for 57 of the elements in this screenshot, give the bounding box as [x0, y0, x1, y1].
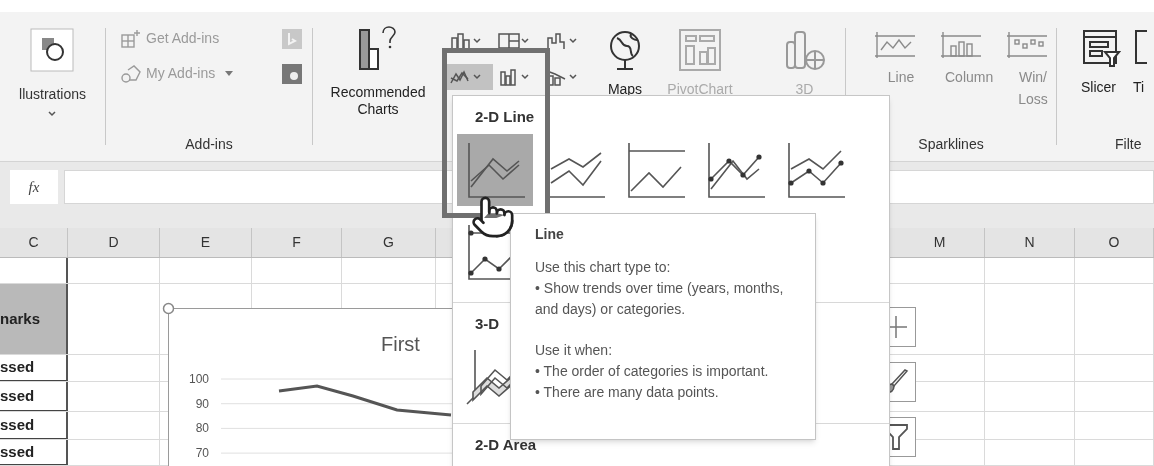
- chevron-down-icon: [473, 74, 481, 80]
- illustrations-button[interactable]: llustrations: [19, 28, 86, 117]
- group-label: Sparklines: [918, 135, 984, 154]
- caret-icon: [225, 70, 234, 77]
- shapes-icon: [30, 28, 75, 72]
- chevron-down-icon: [521, 38, 529, 44]
- section-title: 3-D: [475, 314, 501, 333]
- y-axis-label: 70: [195, 446, 209, 461]
- y-axis-label: 90: [195, 396, 209, 411]
- column-header[interactable]: M: [895, 228, 985, 257]
- tooltip-text: • The order of categories is important.: [535, 362, 770, 381]
- sparkline-line-icon: [873, 30, 917, 60]
- column-chart-icon: [449, 32, 473, 50]
- column-header[interactable]: D: [68, 228, 160, 257]
- table-cell: ssed: [0, 355, 68, 381]
- chevron-down-icon: [569, 74, 577, 80]
- group-label: Add-ins: [185, 135, 233, 154]
- chart-type-button[interactable]: [447, 64, 493, 90]
- filter-button[interactable]: Slicer: [1081, 28, 1121, 94]
- tooltip-text: Use it when:: [535, 341, 614, 360]
- sparkline-column-icon: [939, 30, 983, 60]
- tooltip-title: Line: [535, 225, 565, 244]
- chevron-down-icon: [569, 38, 577, 44]
- y-axis-label: 100: [188, 372, 209, 386]
- filter-button[interactable]: Ti: [1133, 28, 1147, 94]
- shapes-outline-icon: [120, 63, 142, 84]
- tooltip-text: Use this chart type to:: [535, 258, 672, 277]
- recommended-charts-button[interactable]: Recommended Charts: [318, 26, 438, 118]
- table-cell: ssed: [0, 412, 68, 439]
- chevron-down-icon: [48, 111, 57, 117]
- section-title: 2-D Line: [475, 107, 536, 126]
- column-header[interactable]: G: [342, 228, 436, 257]
- column-question-icon: [359, 26, 397, 70]
- resize-handle-icon[interactable]: [162, 302, 175, 315]
- maps-button[interactable]: Maps: [595, 28, 655, 161]
- header-cell: narks: [0, 284, 68, 354]
- function-label[interactable]: fx: [10, 170, 58, 204]
- tooltip-text: • There are many data points.: [535, 383, 720, 402]
- group-label: Filte: [1115, 135, 1143, 154]
- grid-plus-icon: [120, 28, 142, 49]
- pivot-chart-icon: [678, 28, 722, 72]
- column-header[interactable]: F: [252, 228, 342, 257]
- column-header[interactable]: C: [0, 228, 68, 257]
- chevron-down-icon: [473, 38, 481, 44]
- section-title: 2-D Area: [475, 435, 538, 454]
- chart-title: First: [381, 332, 420, 357]
- slicer-icon: [1081, 28, 1121, 68]
- table-cell: ssed: [0, 382, 68, 411]
- sparkline-winloss-icon: [1005, 30, 1049, 60]
- tooltip-text: • Show trends over time (years, months, and days) or categories.: [535, 279, 785, 319]
- table-cell: ssed: [0, 440, 68, 465]
- hierarchy-chart-icon: [497, 32, 521, 50]
- column-header[interactable]: E: [160, 228, 252, 257]
- y-axis-label: 80: [195, 421, 209, 436]
- column-header[interactable]: N: [985, 228, 1075, 257]
- column-header[interactable]: O: [1075, 228, 1154, 257]
- chevron-down-icon: [521, 74, 529, 80]
